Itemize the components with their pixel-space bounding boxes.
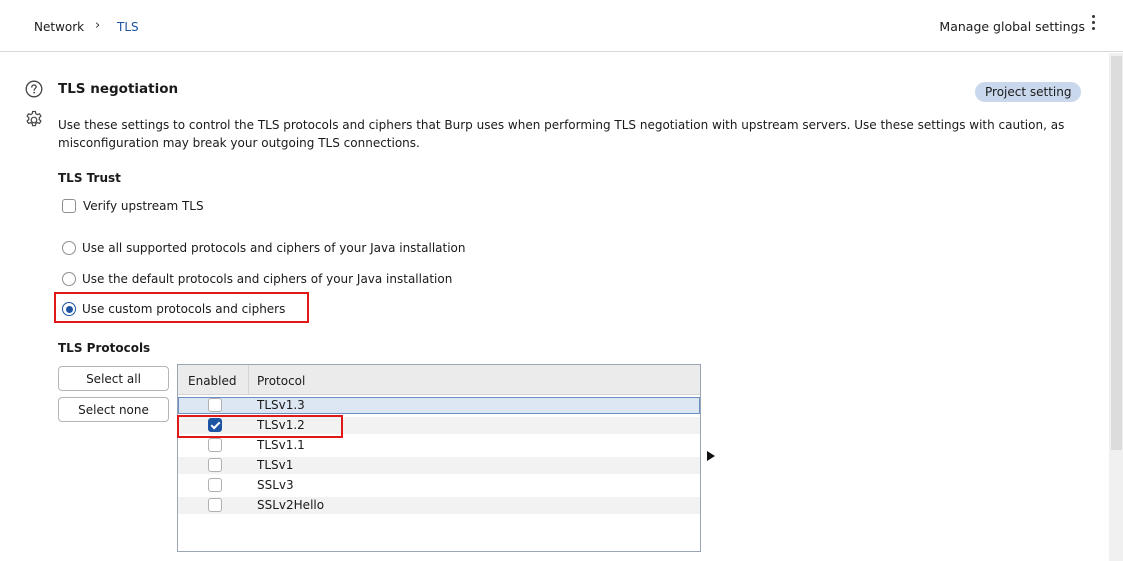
column-header-enabled[interactable]: Enabled <box>188 374 237 388</box>
radio-button[interactable] <box>62 272 76 286</box>
radio-default-protocols-label: Use the default protocols and ciphers of… <box>82 272 453 286</box>
protocol-cell: TLSv1.3 <box>257 398 305 412</box>
column-header-protocol[interactable]: Protocol <box>257 374 305 388</box>
breadcrumb-network[interactable]: Network <box>34 20 84 34</box>
enabled-checkbox[interactable] <box>208 458 222 472</box>
section-description: Use these settings to control the TLS pr… <box>58 118 1065 150</box>
table-row[interactable]: TLSv1.1 <box>178 437 700 454</box>
section-title: TLS negotiation <box>58 81 179 97</box>
table-row[interactable]: SSLv3 <box>178 477 700 494</box>
table-header: Enabled Protocol <box>178 365 700 395</box>
checkbox-box[interactable] <box>62 199 76 213</box>
protocols-table[interactable]: Enabled Protocol TLSv1.3 TLSv1.2 TLSv1.1… <box>177 364 701 552</box>
enabled-checkbox[interactable] <box>208 398 222 412</box>
tls-trust-label: TLS Trust <box>58 171 121 185</box>
highlight-box-custom <box>54 292 309 323</box>
enabled-checkbox[interactable] <box>208 438 222 452</box>
tls-protocols-label: TLS Protocols <box>58 341 151 355</box>
column-divider[interactable] <box>248 365 249 395</box>
verify-upstream-tls-label: Verify upstream TLS <box>83 199 204 213</box>
highlight-box-tlsv12 <box>177 415 343 438</box>
help-icon[interactable] <box>25 80 43 98</box>
protocol-cell: TLSv1 <box>257 458 294 472</box>
manage-global-settings-link[interactable]: Manage global settings <box>939 19 1085 34</box>
more-options-icon[interactable] <box>1090 13 1096 37</box>
breadcrumb-tls[interactable]: TLS <box>117 20 139 34</box>
select-none-button[interactable]: Select none <box>58 397 169 422</box>
protocol-cell: SSLv2Hello <box>257 498 325 512</box>
table-row[interactable]: TLSv1 <box>178 457 700 474</box>
gear-icon[interactable] <box>24 110 44 130</box>
enabled-checkbox[interactable] <box>208 498 222 512</box>
table-row[interactable]: SSLv2Hello <box>178 497 700 514</box>
breadcrumb-separator-icon: › <box>95 18 101 33</box>
radio-default-protocols[interactable]: Use the default protocols and ciphers of… <box>62 270 452 288</box>
verify-upstream-tls-checkbox[interactable]: Verify upstream TLS <box>62 197 204 215</box>
table-row[interactable]: TLSv1.3 <box>178 397 700 414</box>
radio-button[interactable] <box>62 241 76 255</box>
scrollbar-thumb[interactable] <box>1111 56 1122 450</box>
protocol-cell: TLSv1.1 <box>257 438 305 452</box>
mouse-cursor-icon <box>707 451 715 461</box>
radio-all-protocols-label: Use all supported protocols and ciphers … <box>82 241 466 255</box>
project-setting-badge: Project setting <box>975 82 1082 102</box>
select-all-button[interactable]: Select all <box>58 366 169 391</box>
enabled-checkbox[interactable] <box>208 478 222 492</box>
top-bar: Network › TLS Manage global settings <box>0 0 1123 52</box>
protocol-cell: SSLv3 <box>257 478 294 492</box>
radio-all-protocols[interactable]: Use all supported protocols and ciphers … <box>62 239 466 257</box>
